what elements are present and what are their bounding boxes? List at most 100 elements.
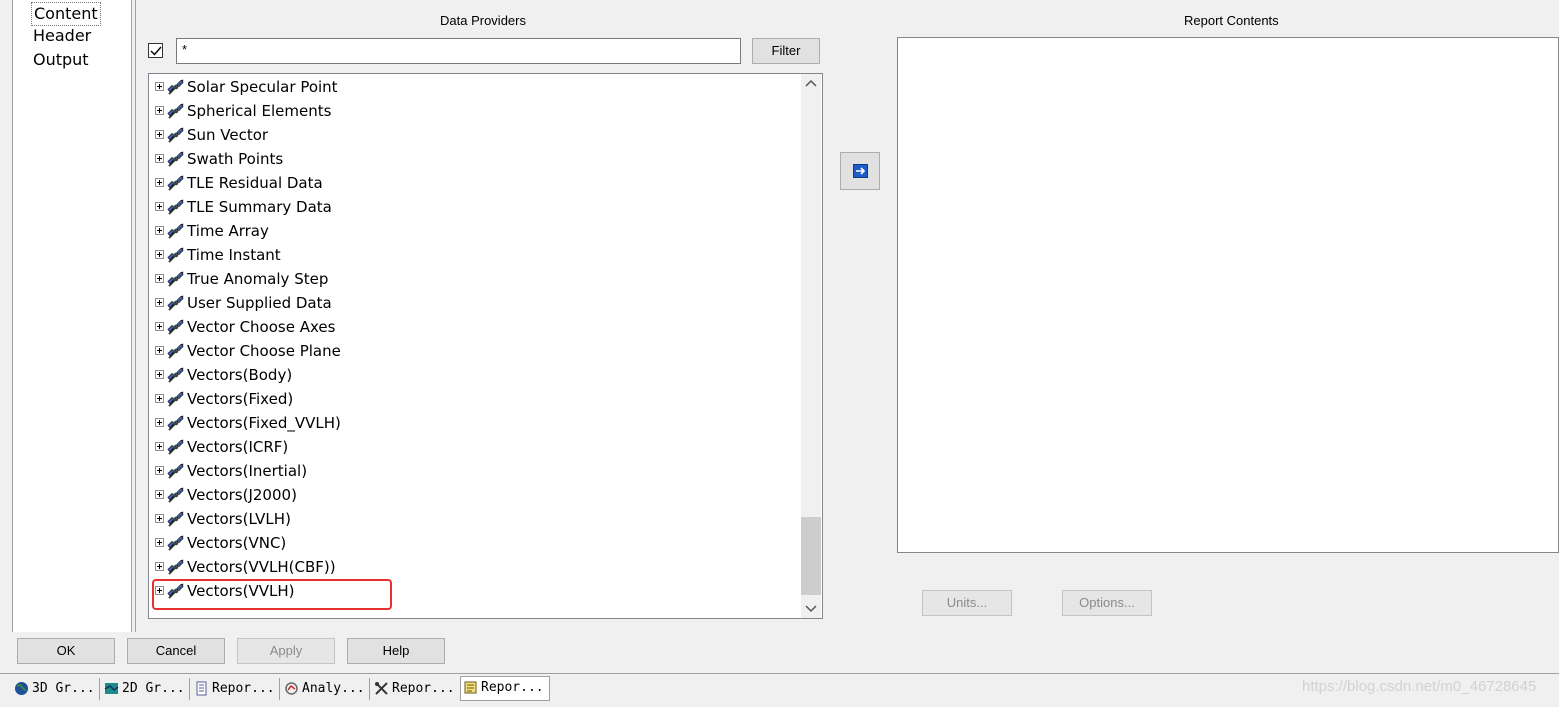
tree-item-label: TLE Summary Data — [187, 198, 332, 216]
data-providers-tree[interactable]: Solar Specular Point Spherical Elements Su… — [148, 73, 823, 619]
expand-plus-icon[interactable] — [155, 178, 164, 187]
task-tab-3d-graphics[interactable]: 3D Gr... — [12, 678, 98, 700]
tree-item-label: Vectors(Inertial) — [187, 462, 308, 480]
satellite-icon — [167, 415, 184, 431]
satellite-icon — [167, 463, 184, 479]
report-contents-heading: Report Contents — [1184, 13, 1279, 28]
tree-item-label: Vectors(LVLH) — [187, 510, 291, 528]
report-icon — [196, 681, 207, 696]
tree-item-label: Vector Choose Axes — [187, 318, 336, 336]
ok-button[interactable]: OK — [17, 638, 115, 664]
expand-plus-icon[interactable] — [155, 418, 164, 427]
tree-item-label: Vectors(VNC) — [187, 534, 287, 552]
expand-plus-icon[interactable] — [155, 250, 164, 259]
task-separator — [369, 678, 370, 700]
units-button[interactable]: Units... — [922, 590, 1012, 616]
satellite-icon — [167, 223, 184, 239]
satellite-icon — [167, 535, 184, 551]
filter-checkbox[interactable] — [148, 43, 163, 58]
filter-button[interactable]: Filter — [752, 38, 820, 64]
tree-item-label: Vectors(Body) — [187, 366, 293, 384]
satellite-icon — [167, 151, 184, 167]
task-separator — [279, 678, 280, 700]
tools-icon — [375, 682, 388, 695]
scroll-thumb[interactable] — [801, 517, 821, 595]
satellite-icon — [167, 271, 184, 287]
expand-plus-icon[interactable] — [155, 298, 164, 307]
expand-plus-icon[interactable] — [155, 130, 164, 139]
options-button[interactable]: Options... — [1062, 590, 1152, 616]
tree-item-label: True Anomaly Step — [187, 270, 329, 288]
task-separator — [189, 678, 190, 700]
tree-item-label: Vectors(VVLH(CBF)) — [187, 558, 336, 576]
tree-scrollbar[interactable] — [801, 74, 821, 618]
task-tab-2d-graphics[interactable]: 2D Gr... — [102, 678, 188, 700]
expand-plus-icon[interactable] — [155, 202, 164, 211]
tree-item-label: TLE Residual Data — [187, 174, 323, 192]
tree-item-label: Vectors(Fixed) — [187, 390, 294, 408]
tree-item-label: Vectors(ICRF) — [187, 438, 289, 456]
expand-plus-icon[interactable] — [155, 394, 164, 403]
expand-plus-icon[interactable] — [155, 322, 164, 331]
expand-plus-icon[interactable] — [155, 490, 164, 499]
task-tab-label: Analy... — [302, 681, 365, 696]
expand-plus-icon[interactable] — [155, 514, 164, 523]
nav-item-header[interactable]: Header — [33, 25, 91, 47]
expand-plus-icon[interactable] — [155, 226, 164, 235]
expand-plus-icon[interactable] — [155, 346, 164, 355]
satellite-icon — [167, 559, 184, 575]
task-tab-report-1[interactable]: Repor... — [192, 678, 278, 700]
expand-plus-icon[interactable] — [155, 442, 164, 451]
satellite-icon — [167, 439, 184, 455]
satellite-icon — [167, 511, 184, 527]
expand-plus-icon[interactable] — [155, 106, 164, 115]
map-icon — [104, 683, 119, 694]
tree-item-label: Time Instant — [187, 246, 281, 264]
tree-item-label: Time Array — [187, 222, 269, 240]
add-to-report-button[interactable] — [840, 152, 880, 190]
task-tab-label: Repor... — [392, 681, 455, 696]
satellite-icon — [167, 247, 184, 263]
scroll-down-icon[interactable] — [801, 598, 821, 618]
filter-input[interactable]: * — [176, 38, 741, 64]
tree-item-label: Vectors(Fixed_VVLH) — [187, 414, 341, 432]
expand-plus-icon[interactable] — [155, 562, 164, 571]
expand-plus-icon[interactable] — [155, 370, 164, 379]
watermark-url: https://blog.csdn.net/m0_46728645 — [1302, 678, 1537, 695]
tree-item-label: Spherical Elements — [187, 102, 332, 120]
report-contents-list[interactable] — [897, 37, 1559, 553]
expand-plus-icon[interactable] — [155, 274, 164, 283]
globe-icon — [15, 682, 28, 695]
task-tab-label: Repor... — [481, 680, 544, 695]
nav-item-content[interactable]: Content — [31, 2, 101, 26]
tree-item-label: User Supplied Data — [187, 294, 332, 312]
data-providers-heading: Data Providers — [440, 13, 526, 28]
satellite-icon — [167, 79, 184, 95]
checkmark-icon — [150, 46, 162, 56]
satellite-icon — [167, 487, 184, 503]
scroll-up-icon[interactable] — [801, 74, 821, 94]
cancel-button[interactable]: Cancel — [127, 638, 225, 664]
satellite-icon — [167, 175, 184, 191]
task-separator — [99, 678, 100, 700]
satellite-icon — [167, 103, 184, 119]
nav-item-output[interactable]: Output — [33, 49, 89, 71]
tree-item-label: Swath Points — [187, 150, 284, 168]
task-tab-report-2[interactable]: Repor... — [372, 678, 458, 700]
expand-plus-icon[interactable] — [155, 538, 164, 547]
tree-item-label: Sun Vector — [187, 126, 269, 144]
analysis-icon — [285, 682, 298, 695]
right-arrow-icon — [853, 164, 868, 178]
expand-plus-icon[interactable] — [155, 466, 164, 475]
satellite-icon — [167, 367, 184, 383]
left-nav-panel: Content Header Output — [12, 0, 132, 632]
tree-item-label: Vectors(J2000) — [187, 486, 297, 504]
satellite-icon — [167, 295, 184, 311]
expand-plus-icon[interactable] — [155, 154, 164, 163]
expand-plus-icon[interactable] — [155, 82, 164, 91]
task-tab-analysis[interactable]: Analy... — [282, 678, 368, 700]
help-button[interactable]: Help — [347, 638, 445, 664]
task-tab-report-active[interactable]: Repor... — [460, 676, 550, 701]
satellite-icon — [167, 391, 184, 407]
apply-button[interactable]: Apply — [237, 638, 335, 664]
